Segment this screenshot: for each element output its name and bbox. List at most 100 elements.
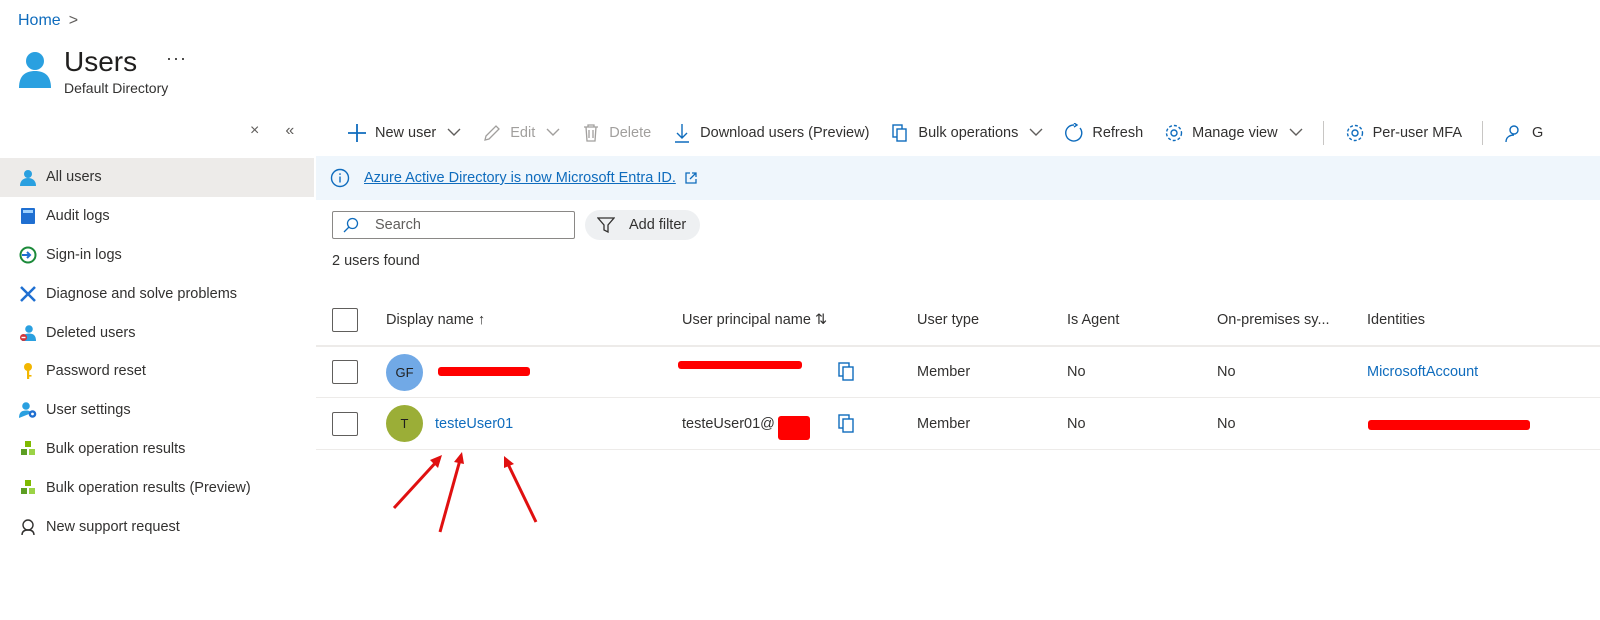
- select-all-cell: [332, 294, 358, 345]
- gear-icon: [1163, 122, 1185, 144]
- manage-view-label: Manage view: [1192, 125, 1278, 141]
- support-icon: [18, 517, 38, 537]
- more-options-button[interactable]: ···: [166, 48, 187, 69]
- row-select-cell: [332, 347, 358, 397]
- sidebar-item-label: All users: [46, 169, 102, 186]
- is-agent-cell: No: [1067, 364, 1086, 380]
- download-users-label: Download users (Preview): [700, 125, 870, 141]
- column-header-user-type[interactable]: User type: [917, 294, 979, 345]
- is-agent-cell: No: [1067, 415, 1086, 432]
- info-icon: [330, 168, 350, 188]
- identities-link[interactable]: MicrosoftAccount: [1367, 347, 1478, 397]
- user-settings-icon: [18, 400, 38, 420]
- add-filter-label: Add filter: [629, 217, 687, 233]
- new-user-button[interactable]: New user: [346, 122, 461, 144]
- onprem-cell: No: [1217, 415, 1236, 432]
- per-user-mfa-button[interactable]: Per-user MFA: [1344, 122, 1462, 144]
- redaction-mark: [778, 416, 810, 440]
- search-box[interactable]: [332, 211, 575, 239]
- bulk-operations-button[interactable]: Bulk operations: [889, 122, 1043, 144]
- sidebar-item-password-reset[interactable]: Password reset: [0, 352, 314, 391]
- select-all-checkbox[interactable]: [332, 307, 358, 332]
- annotation-arrows: [392, 452, 538, 533]
- download-users-button[interactable]: Download users (Preview): [671, 122, 869, 144]
- copy-icon[interactable]: [838, 362, 854, 382]
- gear-icon: [1344, 122, 1366, 144]
- search-input[interactable]: [375, 217, 555, 233]
- new-user-label: New user: [375, 125, 437, 141]
- display-name-cell: GF: [386, 347, 435, 397]
- user-type-cell: Member: [917, 415, 971, 432]
- column-header-onprem[interactable]: On-premises sy...: [1217, 294, 1330, 345]
- book-icon: [18, 206, 38, 226]
- sidebar-controls: × «: [250, 122, 294, 140]
- redaction-mark: [438, 367, 530, 376]
- sidebar: All users Audit logs Sign-in logs Diagno…: [0, 158, 314, 546]
- copy-icon[interactable]: [838, 413, 854, 434]
- chevron-down-icon: [1029, 127, 1043, 140]
- sidebar-item-label: New support request: [46, 518, 180, 535]
- column-header-upn[interactable]: User principal name ⇅: [682, 294, 827, 345]
- edit-button[interactable]: Edit: [481, 122, 560, 144]
- sidebar-item-label: Password reset: [46, 363, 146, 380]
- sidebar-item-audit-logs[interactable]: Audit logs: [0, 197, 314, 236]
- trash-icon: [580, 122, 602, 144]
- users-icon: [19, 52, 51, 88]
- sidebar-item-label: Bulk operation results (Preview): [46, 479, 251, 496]
- filter-icon: [597, 217, 615, 233]
- sidebar-item-bulk-results[interactable]: Bulk operation results: [0, 430, 314, 469]
- download-icon: [671, 122, 693, 144]
- table-row: GF Member No No MicrosoftAccount: [316, 346, 1600, 398]
- add-filter-button[interactable]: Add filter: [585, 210, 701, 240]
- sidebar-item-all-users[interactable]: All users: [0, 158, 314, 197]
- per-user-mfa-label: Per-user MFA: [1372, 125, 1463, 141]
- sidebar-item-bulk-results-preview[interactable]: Bulk operation results (Preview): [0, 468, 314, 507]
- user-type-cell: Member: [917, 364, 971, 380]
- column-header-display-name[interactable]: Display name ↑: [386, 294, 485, 345]
- sidebar-item-new-support-request[interactable]: New support request: [0, 507, 314, 546]
- sidebar-item-sign-in-logs[interactable]: Sign-in logs: [0, 236, 314, 275]
- collapse-sidebar-button[interactable]: «: [285, 122, 294, 140]
- copy-cell: [838, 398, 854, 449]
- entra-id-link[interactable]: Azure Active Directory is now Microsoft …: [364, 170, 676, 186]
- chevron-down-icon: [447, 127, 461, 140]
- truncated-toolbar-label: G: [1532, 125, 1544, 141]
- manage-view-button[interactable]: Manage view: [1163, 122, 1303, 144]
- page-subtitle: Default Directory: [64, 80, 169, 96]
- breadcrumb-home[interactable]: Home: [18, 12, 61, 30]
- page-title: Users: [64, 46, 138, 77]
- onprem-cell: No: [1217, 364, 1236, 380]
- refresh-icon: [1063, 122, 1085, 144]
- delete-button[interactable]: Delete: [580, 122, 651, 144]
- column-header-identities[interactable]: Identities: [1367, 294, 1425, 345]
- display-name-link[interactable]: testeUser01: [435, 416, 513, 432]
- delete-label: Delete: [609, 125, 652, 141]
- search-icon: [343, 217, 359, 233]
- result-count: 2 users found: [332, 253, 420, 269]
- external-link-icon[interactable]: [684, 171, 698, 185]
- chevron-down-icon: [1289, 127, 1303, 140]
- close-sidebar-button[interactable]: ×: [250, 122, 259, 140]
- sidebar-item-user-settings[interactable]: User settings: [0, 391, 314, 430]
- bulk-operations-label: Bulk operations: [918, 125, 1019, 141]
- breadcrumb-separator: >: [68, 12, 79, 29]
- sidebar-item-label: Sign-in logs: [46, 246, 122, 263]
- avatar: T: [386, 405, 423, 442]
- sidebar-item-label: Bulk operation results: [46, 440, 186, 457]
- sign-in-icon: [18, 245, 38, 265]
- sidebar-item-label: Diagnose and solve problems: [46, 285, 238, 302]
- plus-icon: [346, 122, 368, 144]
- row-checkbox[interactable]: [332, 411, 358, 436]
- sidebar-item-diagnose[interactable]: Diagnose and solve problems: [0, 274, 314, 313]
- refresh-button[interactable]: Refresh: [1063, 122, 1143, 144]
- command-bar: New user Edit Delete Download users (Pre…: [346, 118, 1563, 148]
- info-banner: Azure Active Directory is now Microsoft …: [316, 156, 1600, 200]
- user-icon: [18, 167, 38, 187]
- sidebar-item-deleted-users[interactable]: Deleted users: [0, 313, 314, 352]
- row-checkbox[interactable]: [332, 360, 358, 384]
- truncated-toolbar-button[interactable]: G: [1503, 122, 1543, 144]
- copy-cell: [838, 347, 854, 397]
- cubes-icon: [18, 439, 38, 459]
- column-header-is-agent[interactable]: Is Agent: [1067, 294, 1119, 345]
- wrench-icon: [18, 284, 38, 304]
